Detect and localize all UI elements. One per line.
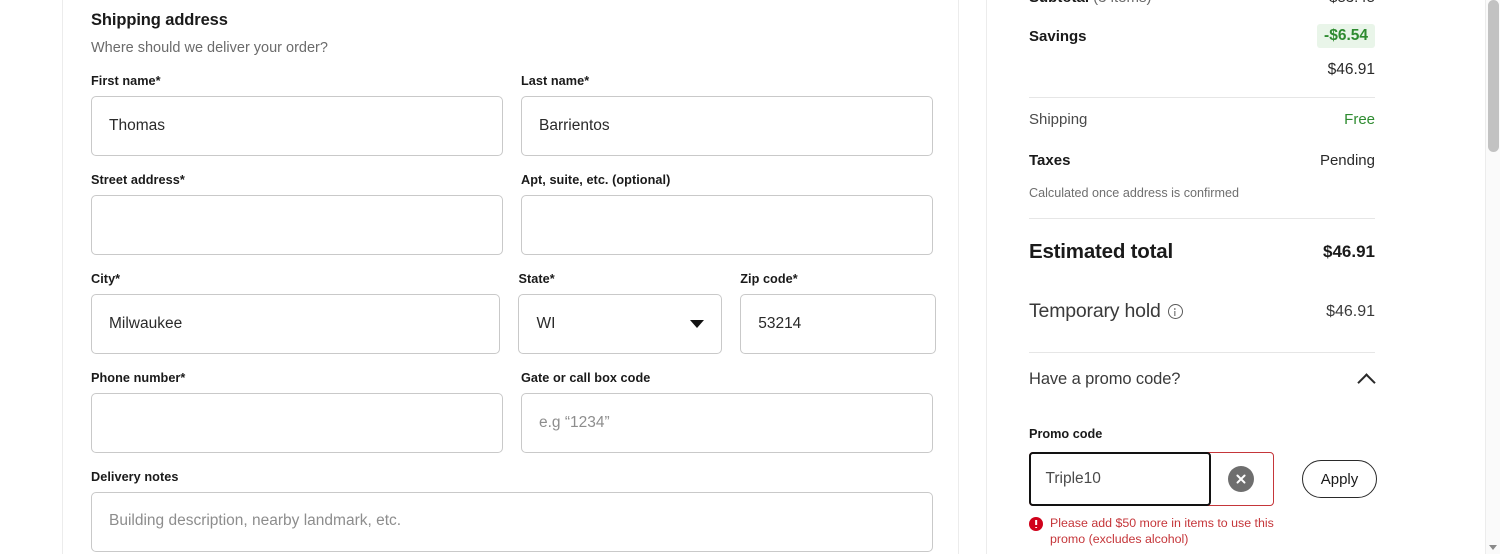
chevron-down-icon: [690, 320, 705, 328]
taxes-value: Pending: [1319, 152, 1375, 169]
subtotal-value: $53.45: [1329, 0, 1375, 6]
taxes-label: Taxes: [1029, 152, 1071, 169]
gate-code-input[interactable]: e.g “1234”: [521, 393, 933, 453]
field-phone-number: Phone number*: [91, 371, 503, 453]
last-name-input[interactable]: Barrientos: [521, 96, 933, 156]
summary-divider-1: [1029, 97, 1375, 98]
page-subtitle: Where should we deliver your order?: [91, 40, 328, 56]
subtotal-label-text: Subtotal: [1029, 0, 1089, 6]
field-state: State* WI: [518, 272, 723, 354]
summary-divider-2: [1029, 218, 1375, 219]
summary-row-taxes: Taxes Pending: [1029, 152, 1375, 169]
summary-row-shipping: Shipping Free: [1029, 111, 1375, 128]
field-first-name: First name* Thomas: [91, 74, 503, 156]
city-input[interactable]: Milwaukee: [91, 294, 501, 354]
field-gate-code: Gate or call box code e.g “1234”: [521, 371, 933, 453]
error-icon: [1029, 517, 1043, 531]
name-row: First name* Thomas Last name* Barrientos: [91, 74, 936, 156]
promo-error-text: Please add $50 more in items to use this…: [1050, 516, 1274, 546]
subtotal-label: Subtotal (3 items): [1029, 0, 1152, 6]
promo-code-input[interactable]: Triple10: [1028, 452, 1211, 506]
chevron-up-icon: [1358, 371, 1375, 388]
scrollbar-thumb[interactable]: [1488, 0, 1499, 152]
delivery-notes-label: Delivery notes: [91, 470, 179, 484]
city-state-zip-row: City* Milwaukee State* WI Zip code* 5321…: [91, 272, 936, 354]
field-apt: Apt, suite, etc. (optional): [521, 173, 933, 255]
scroll-down-arrow-icon[interactable]: [1489, 545, 1497, 550]
summary-row-temporary-hold: Temporary hold $46.91: [1029, 300, 1375, 323]
after-discount-value: $46.91: [1327, 61, 1375, 78]
state-label: State*: [518, 272, 555, 286]
phone-number-label: Phone number*: [91, 371, 186, 385]
left-divider: [62, 0, 63, 554]
savings-value: -$6.54: [1317, 24, 1375, 48]
taxes-note: Calculated once address is confirmed: [1029, 186, 1240, 200]
page-scrollbar[interactable]: [1485, 0, 1500, 554]
last-name-label: Last name*: [521, 74, 590, 88]
apt-label: Apt, suite, etc. (optional): [521, 173, 671, 187]
field-last-name: Last name* Barrientos: [521, 74, 933, 156]
phone-gate-row: Phone number* Gate or call box code e.g …: [91, 371, 936, 453]
temporary-hold-value: $46.91: [1326, 302, 1375, 320]
promo-input-row: Triple10 Apply: [1028, 452, 1377, 506]
temporary-hold-label-group: Temporary hold: [1029, 300, 1183, 323]
field-street-address: Street address*: [91, 173, 503, 255]
promo-toggle-label: Have a promo code?: [1029, 370, 1181, 388]
apply-button[interactable]: Apply: [1302, 460, 1377, 498]
shipping-label: Shipping: [1029, 111, 1088, 128]
field-zip-code: Zip code* 53214: [740, 272, 936, 354]
promo-input-wrapper: Triple10: [1028, 452, 1274, 506]
first-name-label: First name*: [91, 74, 161, 88]
field-delivery-notes: Delivery notes Building description, nea…: [91, 470, 933, 552]
summary-row-after-discount: $46.91: [1029, 61, 1375, 79]
promo-code-label: Promo code: [1029, 427, 1103, 441]
first-name-input[interactable]: Thomas: [91, 96, 503, 156]
state-select-value: WI: [536, 315, 556, 332]
shipping-value: Free: [1344, 111, 1375, 128]
subtotal-items-count: (3 items): [1093, 0, 1151, 6]
city-label: City*: [91, 272, 121, 286]
street-address-input[interactable]: [91, 195, 503, 255]
gate-code-placeholder: e.g “1234”: [539, 414, 610, 431]
clear-icon[interactable]: [1227, 466, 1254, 492]
info-icon[interactable]: [1167, 304, 1183, 319]
column-divider-b: [986, 0, 987, 554]
summary-row-subtotal: Subtotal (3 items) $53.45: [1029, 0, 1375, 6]
street-address-label: Street address*: [91, 173, 185, 187]
checkout-page: Shipping address Where should we deliver…: [0, 0, 1500, 554]
delivery-notes-row: Delivery notes Building description, nea…: [91, 470, 936, 552]
promo-error-message: Please add $50 more in items to use this…: [1029, 515, 1289, 547]
delivery-notes-placeholder: Building description, nearby landmark, e…: [109, 512, 402, 529]
page-title: Shipping address: [91, 11, 228, 29]
apt-input[interactable]: [521, 195, 933, 255]
phone-number-input[interactable]: [91, 393, 503, 453]
temporary-hold-label: Temporary hold: [1029, 300, 1161, 322]
promo-toggle[interactable]: Have a promo code?: [1029, 370, 1375, 389]
state-select[interactable]: WI: [518, 294, 723, 354]
savings-label: Savings: [1029, 27, 1087, 45]
summary-row-estimated-total: Estimated total $46.91: [1029, 240, 1375, 264]
gate-code-label: Gate or call box code: [521, 371, 651, 385]
estimated-total-label: Estimated total: [1029, 240, 1173, 263]
summary-divider-3: [1029, 352, 1375, 353]
zip-code-label: Zip code*: [740, 272, 798, 286]
summary-row-savings: Savings -$6.54: [1029, 24, 1375, 48]
estimated-total-value: $46.91: [1323, 242, 1375, 261]
zip-code-input[interactable]: 53214: [740, 294, 936, 354]
shipping-address-form: Shipping address Where should we deliver…: [91, 0, 936, 552]
street-row: Street address* Apt, suite, etc. (option…: [91, 173, 936, 255]
field-city: City* Milwaukee: [91, 272, 501, 354]
column-divider-a: [958, 0, 959, 554]
delivery-notes-textarea[interactable]: Building description, nearby landmark, e…: [91, 492, 933, 552]
